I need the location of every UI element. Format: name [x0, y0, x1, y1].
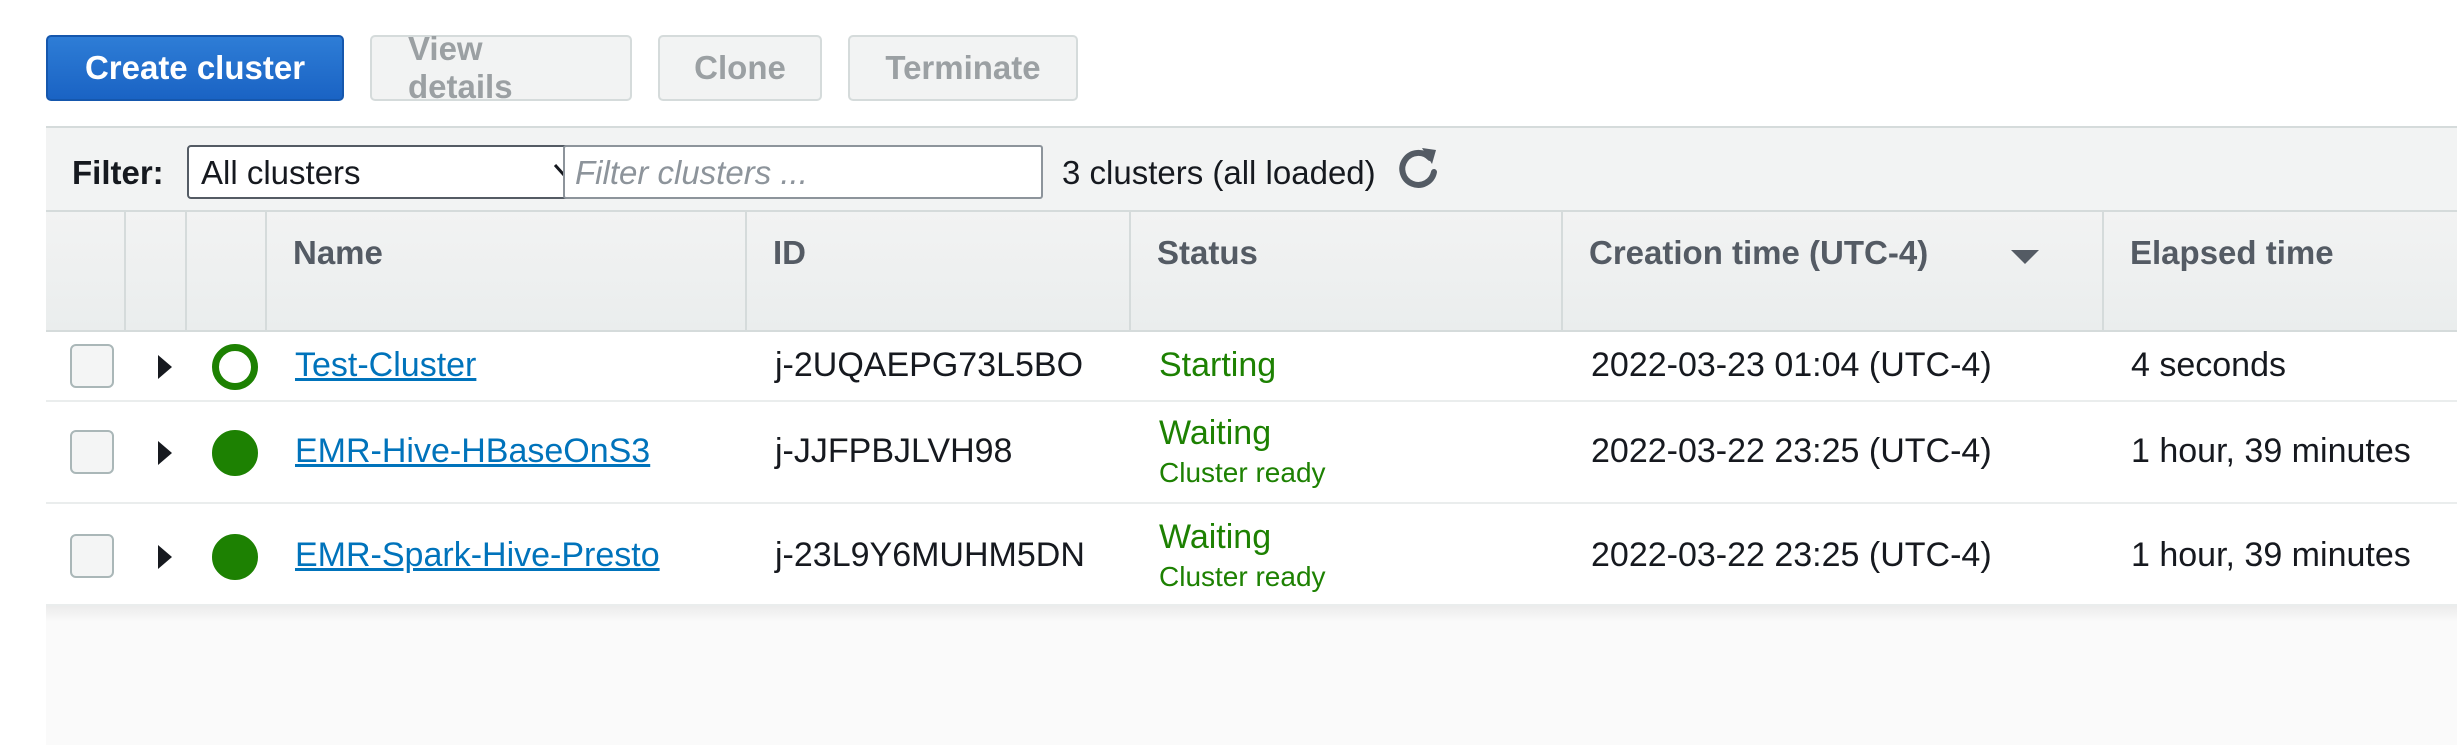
cluster-id: j-JJFPBJLVH98 [775, 432, 1013, 470]
filter-bar: Filter: All clusters Filter clusters ...… [46, 126, 2457, 212]
cluster-elapsed-time: 4 seconds [2131, 346, 2286, 384]
expand-row-icon[interactable] [158, 355, 172, 379]
cluster-status-detail: Cluster ready [1159, 457, 1326, 488]
column-header-creation-time[interactable]: Creation time (UTC-4) [1563, 212, 2104, 330]
clusters-table: Filter: All clusters Filter clusters ...… [46, 126, 2457, 745]
row-checkbox[interactable] [70, 430, 114, 474]
cluster-status: Waiting [1159, 414, 1272, 452]
state-column-header [187, 212, 267, 330]
refresh-icon[interactable] [1394, 144, 1442, 192]
cluster-creation-time: 2022-03-23 01:04 (UTC-4) [1591, 346, 1992, 384]
cluster-id: j-2UQAEPG73L5BO [775, 346, 1084, 384]
cluster-elapsed-time: 1 hour, 39 minutes [2131, 536, 2411, 574]
column-header-status[interactable]: Status [1131, 212, 1563, 330]
expand-row-icon[interactable] [158, 545, 172, 569]
column-header-creation-time-label: Creation time (UTC-4) [1589, 234, 1929, 271]
column-header-name-label: Name [293, 234, 383, 271]
cluster-status-detail: Cluster ready [1159, 561, 1326, 592]
cluster-creation-time: 2022-03-22 23:25 (UTC-4) [1591, 536, 1992, 574]
expand-column-header [126, 212, 187, 330]
status-waiting-icon [212, 430, 258, 476]
table-row[interactable]: Test-Cluster j-2UQAEPG73L5BO Starting 20… [46, 332, 2457, 402]
column-header-id[interactable]: ID [747, 212, 1131, 330]
cluster-creation-time: 2022-03-22 23:25 (UTC-4) [1591, 432, 1992, 470]
cluster-filter-select[interactable]: All clusters [187, 145, 593, 199]
filter-clusters-input[interactable]: Filter clusters ... [563, 145, 1043, 199]
view-details-button[interactable]: View details [370, 30, 632, 105]
column-header-status-label: Status [1157, 234, 1258, 271]
table-row[interactable]: EMR-Hive-HBaseOnS3 j-JJFPBJLVH98 Waiting… [46, 402, 2457, 504]
table-row[interactable]: EMR-Spark-Hive-Presto j-23L9Y6MUHM5DN Wa… [46, 504, 2457, 606]
cluster-name-link[interactable]: EMR-Spark-Hive-Presto [295, 536, 660, 575]
cluster-toolbar: Create cluster View details Clone Termin… [46, 30, 1078, 105]
cluster-filter-selected: All clusters [201, 154, 361, 191]
column-header-id-label: ID [773, 234, 806, 271]
table-header: Name ID Status Creation time (UTC-4) Ela… [46, 212, 2457, 332]
column-header-elapsed-time-label: Elapsed time [2130, 234, 2334, 271]
clone-button[interactable]: Clone [658, 35, 822, 101]
row-checkbox[interactable] [70, 344, 114, 388]
cluster-status: Starting [1159, 346, 1277, 384]
column-header-name[interactable]: Name [267, 212, 747, 330]
cluster-name-link[interactable]: Test-Cluster [295, 346, 476, 385]
table-bottom-shadow [46, 606, 2457, 622]
create-cluster-button[interactable]: Create cluster [46, 35, 344, 101]
sort-descending-icon [2011, 250, 2039, 264]
terminate-button[interactable]: Terminate [848, 35, 1078, 101]
cluster-elapsed-time: 1 hour, 39 minutes [2131, 432, 2411, 470]
column-header-elapsed-time[interactable]: Elapsed time [2104, 212, 2457, 330]
cluster-id: j-23L9Y6MUHM5DN [775, 536, 1085, 574]
status-waiting-icon [212, 534, 258, 580]
cluster-count: 3 clusters (all loaded) [1062, 154, 1376, 191]
filter-label: Filter: [72, 154, 164, 191]
select-all-column-header [46, 212, 126, 330]
row-checkbox[interactable] [70, 534, 114, 578]
status-starting-icon [212, 344, 258, 390]
cluster-name-link[interactable]: EMR-Hive-HBaseOnS3 [295, 432, 650, 471]
cluster-status: Waiting [1159, 518, 1272, 556]
expand-row-icon[interactable] [158, 441, 172, 465]
